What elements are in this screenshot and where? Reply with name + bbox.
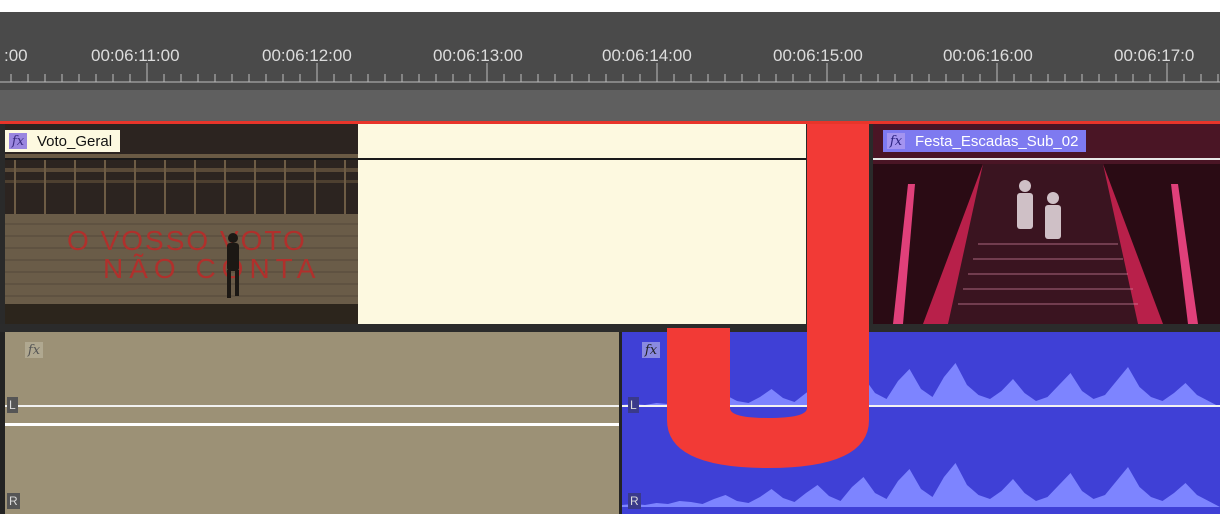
channel-label-right: R [7,493,20,509]
waveform-channel [622,463,1220,507]
video-clip-voto-geral[interactable]: O VOSSO VOTO NÃO CONTA fx Voto_Geral [5,124,358,324]
clip-opacity-line[interactable] [5,158,358,160]
clip-label: fx Festa_Escadas_Sub_02 [883,130,1087,152]
audio-clip-1[interactable]: fx L R [5,332,619,514]
fx-badge[interactable]: fx [25,342,43,358]
window-top-strip [0,0,1220,12]
video-clip-festa-escadas-sub-02[interactable]: fx Festa_Escadas_Sub_02 [873,124,1220,324]
graffiti-text-2: NÃO CONTA [103,253,321,284]
timeline-gap[interactable] [358,124,806,324]
audio-waveform [622,363,1220,507]
timeline-ruler[interactable]: :00 00:06:11:00 00:06:12:00 00:06:13:00 … [0,12,1220,90]
work-area-bar[interactable] [0,90,1220,122]
volume-line[interactable] [622,405,1220,407]
graffiti-text-1: O VOSSO VOTO [67,225,307,256]
fx-badge[interactable]: fx [887,133,905,149]
clip-opacity-line[interactable] [873,158,1220,160]
fx-badge[interactable]: fx [9,133,27,149]
track-divider [0,324,1220,332]
clip-thumbnail: O VOSSO VOTO NÃO CONTA [5,124,358,324]
channel-label-left: L [7,397,18,413]
clip-name: Voto_Geral [37,132,113,150]
gap-line [358,158,806,160]
clip-name: Festa_Escadas_Sub_02 [915,132,1079,150]
clip-thumbnail [873,124,1220,324]
channel-label-right: R [628,493,641,509]
ruler-ticks [0,63,1220,83]
clip-label: fx Voto_Geral [5,130,121,152]
channel-label-left: L [628,397,639,413]
video-track-v1: O VOSSO VOTO NÃO CONTA fx Voto_Geral fx … [0,124,1220,324]
waveform-line [5,423,619,426]
waveform-channel [622,363,1220,407]
volume-line[interactable] [5,405,619,407]
audio-clip-2[interactable]: fx L R [622,332,1220,514]
